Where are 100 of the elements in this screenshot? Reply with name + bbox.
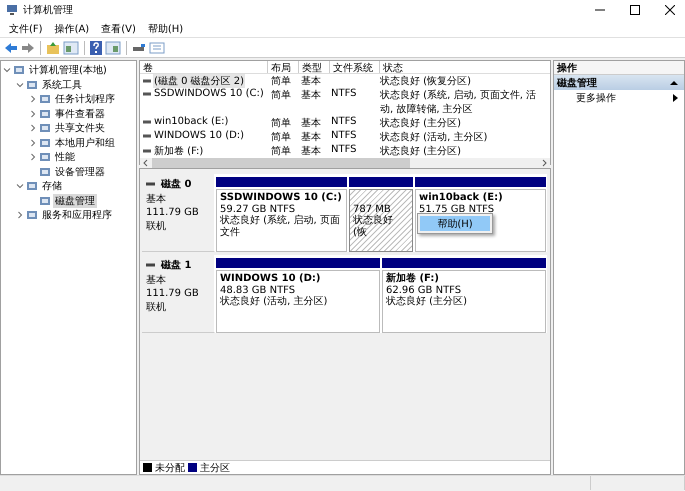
- table-cell-text: 基本: [300, 130, 322, 144]
- forward-arrow-icon[interactable]: [21, 42, 35, 54]
- scrollbar-thumb[interactable]: [152, 158, 410, 168]
- volume-icon: [143, 120, 151, 124]
- partition-block[interactable]: WINDOWS 10 (D:) 48.83 GB NTFS 状态良好 (活动, 主分区): [216, 270, 380, 333]
- column-header[interactable]: 类型: [299, 61, 330, 73]
- table-cell-text: 状态良好 (活动, 主分区): [379, 130, 488, 144]
- node-icon: [39, 108, 51, 120]
- action-item[interactable]: 更多操作: [576, 90, 616, 104]
- node-icon: [39, 136, 51, 149]
- tree-item[interactable]: 本地用户和组: [53, 136, 117, 150]
- collapsed-chevron-icon[interactable]: [29, 124, 37, 132]
- node-icon: [26, 209, 38, 222]
- legend-label: 未分配: [155, 462, 185, 474]
- tree-item[interactable]: 服务和应用程序: [40, 208, 114, 222]
- table-cell[interactable]: WINDOWS 10 (D:): [153, 130, 246, 141]
- collapsed-chevron-icon[interactable]: [29, 110, 37, 118]
- properties-icon[interactable]: [149, 42, 165, 54]
- disk-type: 基本: [146, 192, 167, 206]
- disk-status: 联机: [146, 220, 167, 233]
- partition-block[interactable]: 新加卷 (F:) 62.96 GB NTFS 状态良好 (主分区): [382, 270, 546, 333]
- table-cell: NTFS: [330, 130, 358, 141]
- partition-bar: [349, 177, 413, 187]
- submenu-triangle-icon: [673, 94, 678, 102]
- menu-item[interactable]: 帮助(H): [142, 20, 188, 36]
- tree-item[interactable]: 共享文件夹: [53, 121, 107, 136]
- volume-icon: [143, 79, 151, 83]
- disk-size: 111.79 GB: [146, 288, 200, 299]
- tree-item[interactable]: 系统工具: [40, 78, 84, 92]
- table-cell-text: 简单: [270, 88, 292, 102]
- actions-header: 操作: [554, 61, 684, 75]
- node-icon: [26, 180, 38, 192]
- collapsed-chevron-icon[interactable]: [29, 138, 37, 147]
- collapsed-chevron-icon[interactable]: [16, 211, 24, 220]
- table-cell: NTFS: [330, 144, 358, 155]
- drive-icon[interactable]: [132, 42, 146, 54]
- table-cell-text: 简单: [270, 116, 292, 130]
- menu-item[interactable]: 查看(V): [96, 20, 141, 36]
- column-header[interactable]: 布局: [268, 61, 299, 73]
- column-header[interactable]: 文件系统: [330, 61, 380, 73]
- table-cell-text: 基本: [300, 88, 322, 102]
- collapse-triangle-icon[interactable]: [670, 80, 678, 85]
- volume-icon: [143, 92, 151, 96]
- table-cell-text: 状态良好 (主分区): [379, 144, 462, 158]
- collapsed-chevron-icon[interactable]: [29, 153, 37, 162]
- tree-item[interactable]: 存储: [40, 179, 64, 194]
- column-header[interactable]: 状态: [380, 61, 550, 73]
- folder-up-icon[interactable]: [46, 40, 60, 54]
- tree-item[interactable]: 任务计划程序: [53, 92, 117, 106]
- collapsed-chevron-icon[interactable]: [29, 95, 37, 104]
- tree-item[interactable]: 性能: [53, 150, 77, 164]
- tree-item[interactable]: 设备管理器: [53, 164, 107, 179]
- expanded-chevron-icon[interactable]: [3, 66, 11, 74]
- node-icon: [39, 166, 51, 178]
- partition-block[interactable]: SSDWINDOWS 10 (C:) 59.27 GB NTFS 状态良好 (系统, 启动, 页面文件: [216, 189, 347, 252]
- table-cell[interactable]: win10back (E:): [153, 116, 230, 127]
- close-icon[interactable]: [665, 5, 675, 15]
- computer-icon: [6, 4, 18, 16]
- table-cell[interactable]: SSDWINDOWS 10 (C:): [153, 88, 265, 99]
- table-cell-text: 状态良好 (主分区): [379, 116, 462, 130]
- column-header[interactable]: 卷: [140, 61, 268, 73]
- table-cell-text: 状态良好 (恢复分区): [379, 74, 472, 88]
- table-cell-text: 基本: [300, 144, 322, 158]
- menu-item[interactable]: 帮助(H): [420, 216, 490, 231]
- console-icon[interactable]: [105, 40, 121, 54]
- table-cell-text: 基本: [300, 74, 322, 88]
- table-cell: NTFS: [330, 116, 358, 127]
- table-cell[interactable]: (磁盘 0 磁盘分区 2): [153, 74, 246, 88]
- node-icon: [39, 93, 51, 106]
- table-cell-text: 简单: [270, 144, 292, 158]
- disk-name: 磁盘 0: [161, 178, 192, 191]
- legend-label: 主分区: [200, 462, 230, 474]
- menu-item[interactable]: 操作(A): [50, 20, 94, 36]
- disk-size: 111.79 GB: [146, 207, 200, 218]
- table-cell[interactable]: 新加卷 (F:): [153, 144, 204, 158]
- disk-status: 联机: [146, 300, 167, 314]
- node-icon: [39, 151, 51, 164]
- back-arrow-icon[interactable]: [4, 42, 18, 54]
- partition-block[interactable]: 787 MB 状态良好 (恢: [349, 189, 413, 252]
- menu-item[interactable]: 文件(F): [4, 20, 48, 36]
- disk-type: 基本: [146, 274, 167, 287]
- disk-name: 磁盘 1: [161, 258, 192, 272]
- tree-item[interactable]: 计算机管理(本地): [27, 63, 109, 78]
- window-title: 计算机管理: [23, 4, 74, 17]
- console-icon[interactable]: [63, 40, 79, 54]
- node-icon: [13, 64, 25, 76]
- expanded-chevron-icon[interactable]: [16, 182, 24, 190]
- expanded-chevron-icon[interactable]: [16, 80, 24, 89]
- table-cell-text: 基本: [300, 116, 322, 130]
- volume-icon: [143, 149, 151, 153]
- node-icon: [39, 194, 51, 207]
- table-cell: NTFS: [330, 88, 358, 99]
- maximize-icon[interactable]: [630, 5, 640, 15]
- node-icon: [26, 78, 38, 91]
- tree-item[interactable]: 事件查看器: [53, 106, 107, 121]
- tree-item[interactable]: 磁盘管理: [53, 194, 97, 208]
- node-icon: [39, 122, 51, 134]
- table-cell-text: 简单: [270, 74, 292, 88]
- table-cell-text: 简单: [270, 130, 292, 144]
- help-icon[interactable]: [90, 40, 102, 54]
